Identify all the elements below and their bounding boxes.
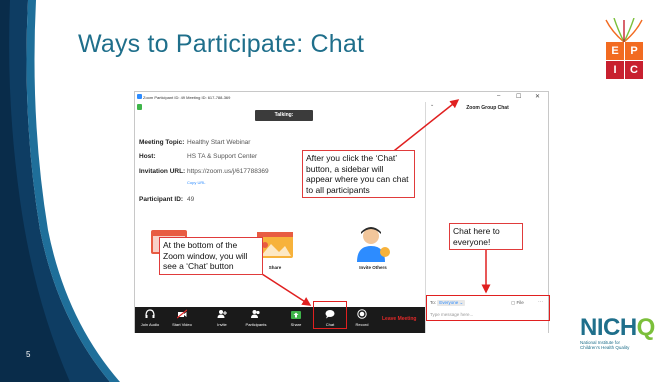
epic-letter-c: C — [625, 61, 643, 79]
slide-title: Ways to Participate: Chat — [78, 30, 365, 58]
talking-indicator: Talking: — [255, 110, 313, 121]
epic-logo: E P I C — [602, 18, 646, 82]
chat-collapse-icon[interactable]: ⌄ — [430, 102, 434, 108]
zoom-window-title: Zoom Participant ID: 49 Meeting ID: 617-… — [143, 95, 231, 100]
chat-header: Zoom Group Chat — [466, 105, 509, 111]
nichq-tagline-2: Children's Health Quality — [580, 345, 630, 350]
epic-letter-e: E — [606, 42, 624, 60]
close-button[interactable]: ✕ — [535, 93, 540, 100]
zoom-app-icon — [137, 94, 142, 99]
chat-here-callout: Chat here to everyone! — [449, 223, 523, 250]
epic-letter-i: I — [606, 61, 624, 79]
maximize-button[interactable]: ☐ — [516, 93, 521, 100]
chat-button-callout: At the bottom of the Zoom window, you wi… — [159, 237, 263, 275]
headphones-icon — [145, 309, 155, 318]
person-icon — [357, 227, 390, 262]
share-arrow-icon — [291, 311, 301, 319]
zoom-titlebar: Zoom Participant ID: 49 Meeting ID: 617-… — [135, 92, 548, 102]
invite-others-label: Invite Others — [359, 265, 387, 270]
meeting-toolbar: Join Audio Start Video Invite Participan… — [135, 307, 425, 333]
slide: Ways to Participate: Chat 5 E P I C NICH… — [0, 0, 670, 382]
participants-icon — [251, 310, 260, 318]
start-video-button[interactable]: Start Video — [167, 309, 197, 327]
leave-meeting-button[interactable]: Leave Meeting — [382, 316, 416, 322]
left-band-decoration — [0, 0, 120, 382]
join-audio-button[interactable]: Join Audio — [135, 309, 165, 327]
leaf-icon — [605, 18, 643, 42]
participants-button[interactable]: Participants — [241, 309, 271, 327]
copy-url-link[interactable]: Copy URL — [187, 180, 205, 185]
participant-id-value: 49 — [187, 196, 195, 203]
invite-person-icon — [217, 310, 227, 318]
lock-icon — [137, 104, 142, 110]
minimize-button[interactable]: – — [497, 93, 500, 99]
nichq-logo: NICHQ National Institute for Children's … — [580, 314, 655, 351]
meeting-main-area: Talking: Meeting Topic: Healthy Start We… — [135, 102, 425, 307]
slide-number: 5 — [26, 350, 31, 359]
invite-others-tile[interactable]: Invite Others — [349, 224, 397, 270]
chat-input-highlight — [426, 295, 550, 321]
record-icon — [357, 309, 367, 319]
chat-button-highlight — [313, 301, 347, 329]
sidebar-callout: After you click the ‘Chat’ button, a sid… — [302, 150, 415, 198]
invite-button[interactable]: Invite — [207, 309, 237, 327]
host-value: HS TA & Support Center — [187, 153, 258, 160]
epic-letter-p: P — [625, 42, 643, 60]
meeting-topic-value: Healthy Start Webinar — [187, 139, 251, 146]
share-button[interactable]: Share — [281, 309, 311, 327]
invitation-url-value: https://zoom.us/j/617788369 — [187, 168, 269, 175]
nichq-wordmark: NICHQ — [580, 314, 655, 341]
record-button[interactable]: Record — [347, 309, 377, 327]
video-off-icon — [177, 309, 187, 319]
